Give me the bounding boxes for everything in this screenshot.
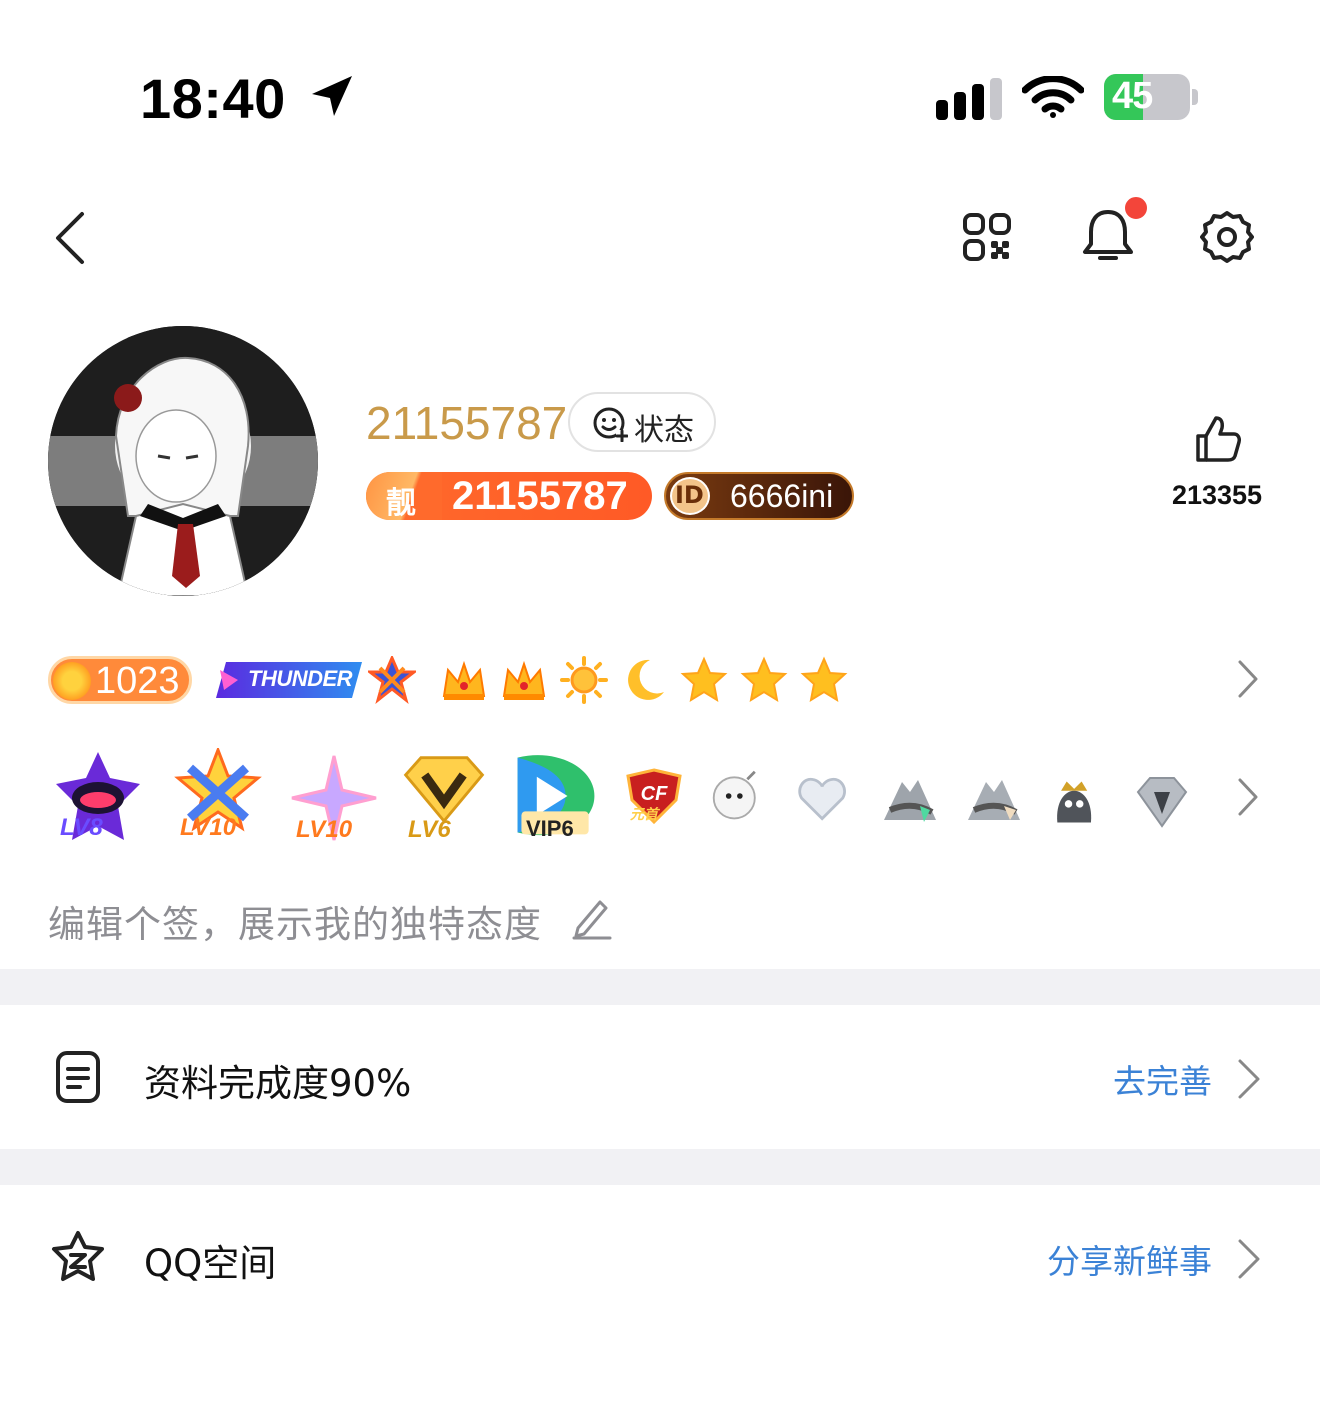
location-arrow-icon bbox=[312, 76, 352, 116]
badge-level-label: LV10 bbox=[180, 814, 237, 841]
pretty-number: 21155787 bbox=[452, 474, 628, 518]
moon-icon[interactable] bbox=[620, 656, 668, 704]
id-badge-tag: ID bbox=[675, 481, 704, 509]
section-divider bbox=[0, 969, 1320, 1005]
id-badge-text: 6666ini bbox=[730, 478, 834, 514]
vip-badge-row[interactable]: LV8 LV10 LV10 LV6 VIP6 CF 元首 bbox=[48, 748, 1268, 848]
star-icon[interactable] bbox=[740, 656, 788, 704]
level-points-badge[interactable]: 1023 bbox=[48, 656, 192, 704]
profile-completion-action[interactable]: 去完善 bbox=[1113, 1055, 1212, 1103]
gear-icon[interactable] bbox=[1200, 210, 1254, 264]
pretty-number-tag: 靓 bbox=[386, 486, 416, 520]
level-points: 1023 bbox=[95, 660, 180, 702]
pencil-icon[interactable] bbox=[572, 896, 612, 940]
qzone-action[interactable]: 分享新鲜事 bbox=[1047, 1235, 1212, 1283]
svg-text:CF: CF bbox=[641, 783, 668, 805]
thunder-label: THUNDER bbox=[248, 666, 353, 691]
crown-icon[interactable] bbox=[440, 656, 488, 704]
avatar[interactable] bbox=[48, 326, 318, 596]
signature-placeholder[interactable]: 编辑个签，展示我的独特态度 bbox=[48, 894, 542, 948]
pretty-number-badge[interactable]: 靓 21155787 bbox=[366, 472, 652, 520]
qr-code-icon[interactable] bbox=[962, 212, 1012, 262]
notification-dot bbox=[1122, 194, 1150, 222]
status-bar: 18:40 45 bbox=[0, 0, 1320, 160]
cellular-signal-icon bbox=[936, 78, 1002, 120]
penguin-crown-icon[interactable] bbox=[1048, 774, 1104, 830]
thumbs-up-icon[interactable] bbox=[1194, 414, 1242, 464]
star-x-icon[interactable] bbox=[368, 656, 416, 704]
chevron-right-icon[interactable] bbox=[1236, 658, 1260, 700]
star-icon[interactable] bbox=[800, 656, 848, 704]
coin-icon bbox=[53, 662, 91, 700]
sun-icon[interactable] bbox=[560, 656, 608, 704]
status-time: 18:40 bbox=[140, 67, 286, 130]
qzone-label: QQ空间 bbox=[144, 1242, 277, 1285]
chevron-right-icon[interactable] bbox=[1236, 1237, 1262, 1281]
mountain-gem-icon[interactable] bbox=[880, 770, 940, 830]
badge-level-label: LV8 bbox=[60, 814, 103, 841]
heart-icon[interactable] bbox=[796, 772, 852, 828]
smiley-add-icon bbox=[593, 407, 628, 442]
chevron-right-icon[interactable] bbox=[1236, 776, 1260, 818]
star-icon[interactable] bbox=[680, 656, 728, 704]
badge-level-label: LV10 bbox=[296, 816, 353, 843]
profile-completion-row[interactable]: 资料完成度90% 去完善 bbox=[0, 1005, 1320, 1149]
battery-percent: 45 bbox=[1112, 75, 1153, 117]
qzone-row[interactable]: QQ空间 分享新鲜事 bbox=[0, 1185, 1320, 1329]
badge-level-label: 元首 bbox=[630, 806, 658, 822]
badge-level-label: LV6 bbox=[408, 816, 451, 843]
battery-indicator: 45 bbox=[1104, 74, 1198, 120]
section-divider bbox=[0, 1149, 1320, 1185]
like-count: 213355 bbox=[1171, 480, 1263, 510]
status-button[interactable]: 状态 bbox=[568, 392, 716, 452]
badge-level-label: VIP6 bbox=[526, 816, 574, 841]
avatar-image bbox=[48, 326, 318, 596]
mountain-icon[interactable] bbox=[964, 770, 1024, 830]
document-icon bbox=[56, 1051, 100, 1103]
profile-completion-label: 资料完成度90% bbox=[144, 1062, 412, 1105]
status-label: 状态 bbox=[634, 413, 694, 448]
bomb-face-icon[interactable] bbox=[710, 768, 766, 824]
chevron-left-icon[interactable] bbox=[50, 208, 90, 268]
crown-icon[interactable] bbox=[500, 656, 548, 704]
id-badge[interactable]: ID 6666ini bbox=[664, 472, 854, 520]
level-badge-row[interactable]: 1023 THUNDER bbox=[48, 652, 1258, 708]
wifi-icon bbox=[1022, 76, 1084, 118]
chevron-right-icon[interactable] bbox=[1236, 1057, 1262, 1101]
nickname[interactable]: 21155787 bbox=[366, 396, 567, 450]
qzone-star-icon bbox=[52, 1231, 104, 1281]
diamond-icon[interactable] bbox=[1132, 772, 1192, 832]
